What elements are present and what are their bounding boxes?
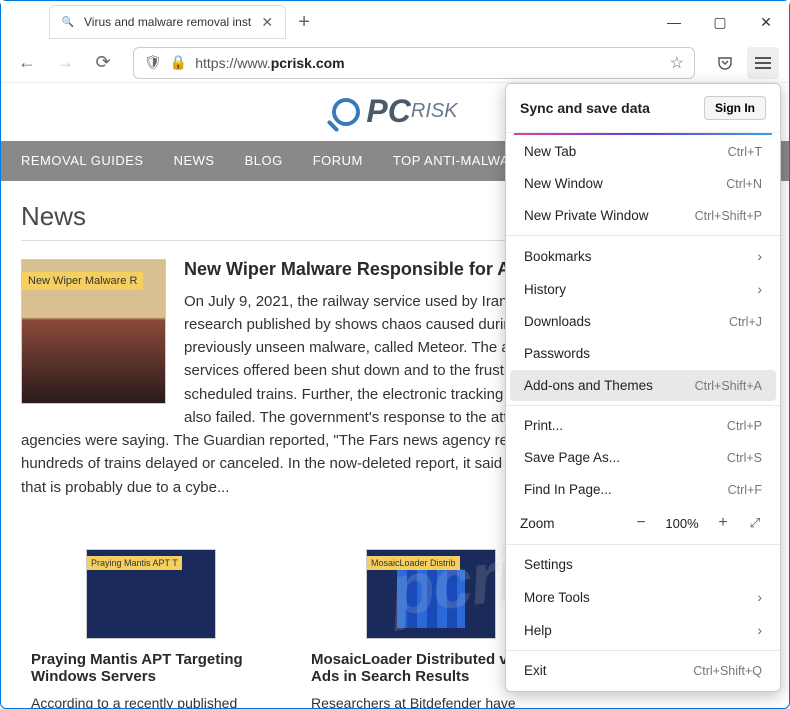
card-title[interactable]: Praying Mantis APT Targeting Windows Ser… <box>31 651 271 685</box>
bookmark-star-icon[interactable]: ☆ <box>670 53 684 73</box>
menu-passwords[interactable]: Passwords <box>510 338 776 369</box>
url-text: https://www.pcrisk.com <box>195 55 661 71</box>
thumbnail-banner: New Wiper Malware R <box>22 272 143 290</box>
menu-more-tools[interactable]: More Tools› <box>510 581 776 613</box>
menu-new-window[interactable]: New WindowCtrl+N <box>510 168 776 199</box>
menu-new-private-window[interactable]: New Private WindowCtrl+Shift+P <box>510 200 776 231</box>
card-thumbnail[interactable]: MosaicLoader Distrib <box>366 549 496 639</box>
application-menu: Sync and save data Sign In New TabCtrl+T… <box>505 83 781 692</box>
favicon-icon: 🔍 <box>60 14 76 30</box>
lock-icon: 🔒 <box>170 54 187 71</box>
menu-separator <box>506 235 780 236</box>
menu-history[interactable]: History› <box>510 273 776 305</box>
reload-button[interactable]: ⟳ <box>87 47 119 79</box>
address-bar[interactable]: 🛡 🔒 https://www.pcrisk.com ☆ <box>133 47 695 79</box>
menu-bookmarks[interactable]: Bookmarks› <box>510 240 776 272</box>
sync-title: Sync and save data <box>520 100 650 116</box>
tab-title: Virus and malware removal inst <box>84 15 251 29</box>
chevron-right-icon: › <box>757 281 762 297</box>
card-body: Researchers at Bitdefender have <box>311 695 551 708</box>
fullscreen-button[interactable]: ⤢ <box>744 512 766 534</box>
zoom-value: 100% <box>662 516 702 531</box>
nav-forum[interactable]: FORUM <box>313 153 363 168</box>
menu-settings[interactable]: Settings <box>510 549 776 580</box>
thumbnail-banner: MosaicLoader Distrib <box>367 556 460 570</box>
article-thumbnail[interactable]: New Wiper Malware R <box>21 259 166 404</box>
card-body: According to a recently published <box>31 695 271 708</box>
zoom-out-button[interactable]: − <box>630 512 652 534</box>
menu-find-in-page[interactable]: Find In Page...Ctrl+F <box>510 474 776 505</box>
window-controls: — ▢ ✕ <box>651 6 789 38</box>
card-praying-mantis: Praying Mantis APT T Praying Mantis APT … <box>31 549 271 708</box>
close-window-button[interactable]: ✕ <box>743 6 789 38</box>
magnifier-icon <box>332 98 360 126</box>
back-button[interactable]: ← <box>11 47 43 79</box>
chevron-right-icon: › <box>757 248 762 264</box>
chevron-right-icon: › <box>757 622 762 638</box>
tab-close-button[interactable]: ✕ <box>259 14 275 30</box>
minimize-button[interactable]: — <box>651 6 697 38</box>
nav-news[interactable]: NEWS <box>174 153 215 168</box>
menu-print[interactable]: Print...Ctrl+P <box>510 410 776 441</box>
app-menu-button[interactable] <box>747 47 779 79</box>
menu-help[interactable]: Help› <box>510 614 776 646</box>
menu-separator <box>506 405 780 406</box>
card-thumbnail[interactable]: Praying Mantis APT T <box>86 549 216 639</box>
zoom-in-button[interactable]: + <box>712 512 734 534</box>
new-tab-button[interactable]: + <box>298 11 310 34</box>
menu-downloads[interactable]: DownloadsCtrl+J <box>510 306 776 337</box>
nav-removal-guides[interactable]: REMOVAL GUIDES <box>21 153 144 168</box>
zoom-label: Zoom <box>520 516 620 531</box>
menu-new-tab[interactable]: New TabCtrl+T <box>510 136 776 167</box>
menu-exit[interactable]: ExitCtrl+Shift+Q <box>510 655 776 686</box>
thumbnail-banner: Praying Mantis APT T <box>87 556 182 570</box>
forward-button[interactable]: → <box>49 47 81 79</box>
sign-in-button[interactable]: Sign In <box>704 96 766 120</box>
chevron-right-icon: › <box>757 589 762 605</box>
titlebar: 🔍 Virus and malware removal inst ✕ + — ▢… <box>1 1 789 43</box>
menu-sync-header: Sync and save data Sign In <box>506 84 780 133</box>
toolbar: ← → ⟳ 🛡 🔒 https://www.pcrisk.com ☆ <box>1 43 789 83</box>
menu-addons-themes[interactable]: Add-ons and ThemesCtrl+Shift+A <box>510 370 776 401</box>
nav-blog[interactable]: BLOG <box>245 153 283 168</box>
menu-separator <box>506 650 780 651</box>
browser-tab[interactable]: 🔍 Virus and malware removal inst ✕ <box>49 5 286 39</box>
shield-icon: 🛡 <box>144 54 162 71</box>
menu-save-page[interactable]: Save Page As...Ctrl+S <box>510 442 776 473</box>
maximize-button[interactable]: ▢ <box>697 6 743 38</box>
pocket-icon[interactable] <box>709 47 741 79</box>
menu-separator <box>506 544 780 545</box>
gradient-divider <box>514 133 772 135</box>
menu-zoom: Zoom − 100% + ⤢ <box>506 506 780 540</box>
